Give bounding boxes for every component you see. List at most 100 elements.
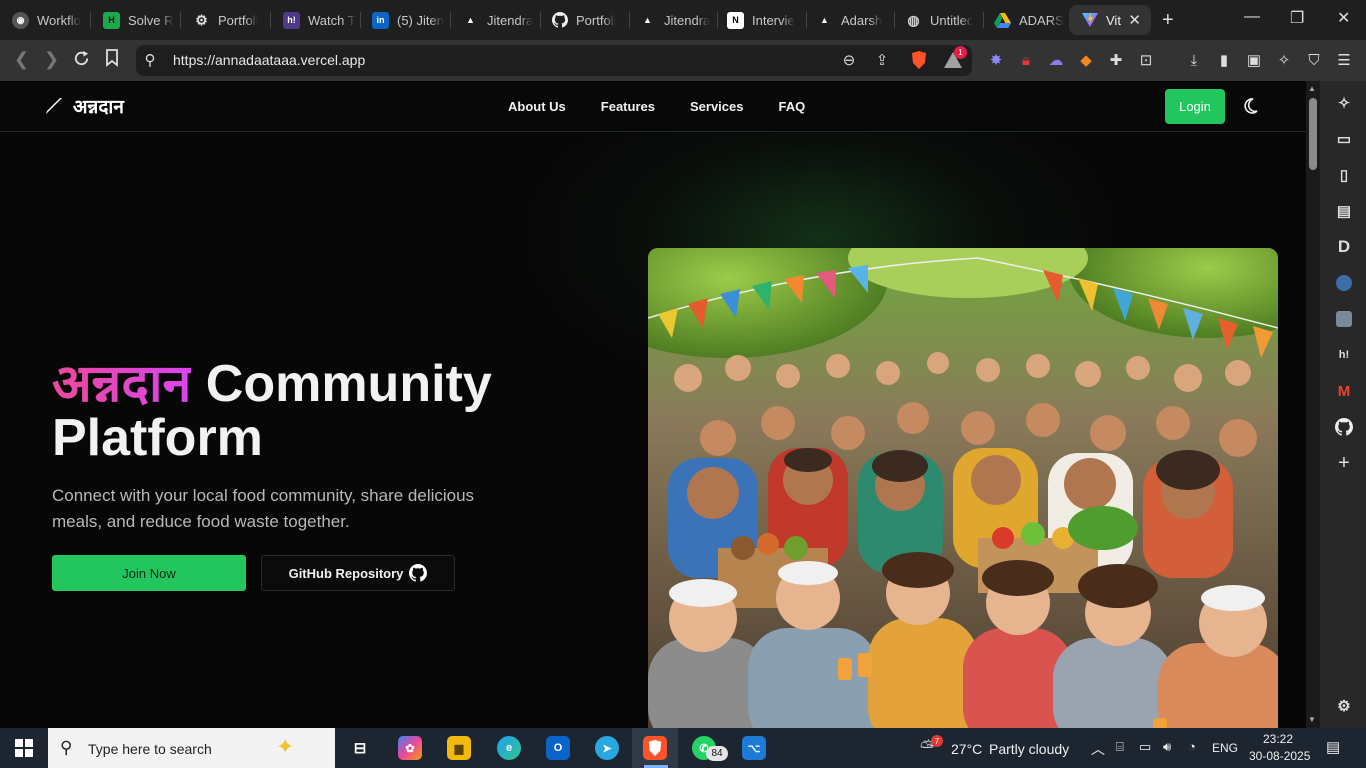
search-icon: ⚲ — [60, 738, 73, 757]
tab-portfolio-2[interactable]: Portfoli — [539, 5, 627, 35]
sidebar-gmail-icon[interactable]: M — [1333, 380, 1355, 402]
wifi-icon[interactable]: ◔ — [1188, 739, 1196, 754]
restore-icon[interactable]: ❐ — [1290, 8, 1304, 28]
sidebar-leo-icon[interactable]: ✧ — [1333, 92, 1355, 114]
zoom-icon[interactable]: ⊖ — [839, 50, 859, 70]
url-text[interactable]: https://annadaataaa.vercel.app — [173, 52, 365, 68]
weather-text[interactable]: Partly cloudy — [989, 741, 1069, 757]
notifications-icon[interactable]: ▤ — [1326, 738, 1340, 756]
clock-time[interactable]: 23:22 — [1263, 732, 1293, 746]
hero-subtitle: Connect with your local food community, … — [52, 486, 475, 531]
tab-portfolio-1[interactable]: ⚙ Portfoli — [181, 5, 269, 35]
minimize-icon[interactable]: — — [1244, 8, 1260, 26]
vercel-icon: ▲ — [466, 15, 475, 25]
brave-rewards-icon[interactable]: 1 — [943, 46, 967, 70]
page-viewport: अन्नदान About Us Features Services FAQ L… — [0, 81, 1306, 728]
extension-icon[interactable]: ✸ — [986, 50, 1006, 70]
sidebar-bookmarks-icon[interactable]: ▯ — [1333, 164, 1355, 186]
page-scrollbar[interactable] — [1306, 81, 1320, 728]
github-button-label: GitHub Repository — [288, 565, 404, 581]
forward-icon[interactable]: ❯ — [44, 49, 59, 70]
sidebar-github-icon[interactable] — [1333, 416, 1355, 438]
tab-workflo[interactable]: ◉ Workflo — [0, 5, 90, 35]
share-icon[interactable]: ⇪ — [872, 50, 892, 70]
extensions-puzzle-icon[interactable]: ✚ — [1106, 50, 1126, 70]
tab-solve[interactable]: H Solve R — [91, 5, 179, 35]
scrollbar-thumb[interactable] — [1309, 98, 1317, 170]
tab-untitled[interactable]: ◍ Untitlec — [893, 5, 981, 35]
tab-adarsh-drive[interactable]: ADARS — [982, 5, 1068, 35]
password-icon[interactable]: 🔒︎ — [1016, 50, 1036, 70]
sidebar-hashnode-icon[interactable]: h! — [1333, 344, 1355, 366]
sidebar-profile-icon[interactable] — [1333, 272, 1355, 294]
tab-jitendra-1[interactable]: ▲ Jitendra — [450, 5, 538, 35]
windows-start-icon[interactable] — [15, 739, 33, 762]
window-close-icon[interactable]: ✕ — [1337, 8, 1350, 28]
telegram-icon[interactable]: ➤ — [595, 736, 619, 760]
hackerrank-icon: H — [103, 11, 120, 29]
tab-jitendra-2[interactable]: ▲ Jitendra — [627, 5, 715, 35]
weather-badge: 7 — [931, 735, 943, 747]
screenshot-icon[interactable]: ⊡ — [1136, 50, 1156, 70]
vpn-icon[interactable]: ⛉ — [1304, 50, 1324, 70]
volume-icon[interactable]: 🔊︎ — [1163, 739, 1171, 755]
scroll-down-icon[interactable]: ▼ — [1308, 715, 1316, 724]
sidebar-settings-gear-icon[interactable]: ⚙ — [1333, 695, 1355, 717]
sidebar-media-icon[interactable]: ▭ — [1333, 128, 1355, 150]
nav-services[interactable]: Services — [690, 99, 744, 114]
github-icon — [409, 564, 428, 582]
outlook-icon[interactable]: O — [546, 736, 570, 760]
join-now-button[interactable]: Join Now — [52, 555, 246, 591]
tab-linkedin[interactable]: in (5) Jiten — [360, 5, 448, 35]
drive-icon — [994, 12, 1011, 29]
brave-shield-icon[interactable] — [909, 50, 929, 70]
tab-watch[interactable]: h! Watch T — [271, 5, 359, 35]
brave-icon[interactable] — [643, 736, 667, 760]
temperature[interactable]: 27°C — [951, 741, 982, 757]
globe-icon: ◍ — [907, 11, 920, 28]
close-tab-icon[interactable]: ✕ — [1128, 11, 1141, 29]
notion-icon: N — [727, 11, 744, 29]
meet-now-icon[interactable]: ⌸ — [1116, 739, 1124, 755]
clock-date[interactable]: 30-08-2025 — [1249, 749, 1310, 763]
nav-features[interactable]: Features — [601, 99, 655, 114]
tab-adarsh[interactable]: ▲ Adarsh — [804, 5, 892, 35]
sidebar-app-icon[interactable] — [1333, 308, 1355, 330]
copilot-icon[interactable]: ✿ — [398, 736, 422, 760]
bookmark-icon[interactable] — [105, 49, 119, 72]
sidebar-toggle-icon[interactable]: ▮ — [1214, 50, 1234, 70]
sidebar-d-icon[interactable]: D — [1333, 236, 1355, 258]
main-nav: About Us Features Services FAQ — [508, 99, 840, 114]
reload-icon[interactable] — [72, 49, 91, 73]
menu-icon[interactable]: ☰ — [1334, 50, 1354, 70]
back-icon[interactable]: ❮ — [14, 49, 29, 70]
theme-toggle-moon-icon[interactable] — [1241, 97, 1259, 115]
nav-faq[interactable]: FAQ — [778, 99, 805, 114]
sidebar-reading-list-icon[interactable]: ▤ — [1333, 200, 1355, 222]
metamask-icon[interactable]: ◆ — [1076, 50, 1096, 70]
tray-overflow-icon[interactable]: ︿ — [1091, 739, 1105, 759]
sidebar-add-icon[interactable]: + — [1333, 452, 1355, 474]
file-explorer-icon[interactable]: ▆ — [447, 736, 471, 760]
vscode-icon[interactable]: ⌥ — [742, 736, 766, 760]
edge-icon[interactable]: e — [497, 736, 521, 760]
scroll-up-icon[interactable]: ▲ — [1308, 84, 1316, 93]
task-view-icon[interactable]: ⊟ — [348, 736, 372, 760]
leo-ai-icon[interactable]: ✧ — [1274, 50, 1294, 70]
ghost-extension-icon[interactable]: ☁ — [1046, 50, 1066, 70]
new-tab-icon[interactable]: + — [1162, 9, 1174, 32]
login-button[interactable]: Login — [1165, 89, 1225, 124]
nav-about-us[interactable]: About Us — [508, 99, 566, 114]
download-icon[interactable]: ⤓ — [1184, 50, 1204, 70]
tab-interview[interactable]: N Intervie — [715, 5, 805, 35]
brand-logo[interactable]: अन्नदान — [44, 93, 124, 119]
github-repository-button[interactable]: GitHub Repository — [261, 555, 455, 591]
wallet-icon[interactable]: ▣ — [1244, 50, 1264, 70]
language-indicator[interactable]: ENG — [1212, 741, 1238, 755]
site-info-icon[interactable]: ⚲ — [140, 50, 160, 70]
whatsapp-badge: 84 — [706, 746, 728, 761]
battery-icon[interactable]: ▭ — [1139, 739, 1151, 755]
copilot-sparkle-icon[interactable]: ✦ — [276, 734, 294, 760]
vercel-icon: ▲ — [820, 15, 829, 25]
tab-vite-active[interactable]: Vit ✕ — [1069, 5, 1151, 35]
